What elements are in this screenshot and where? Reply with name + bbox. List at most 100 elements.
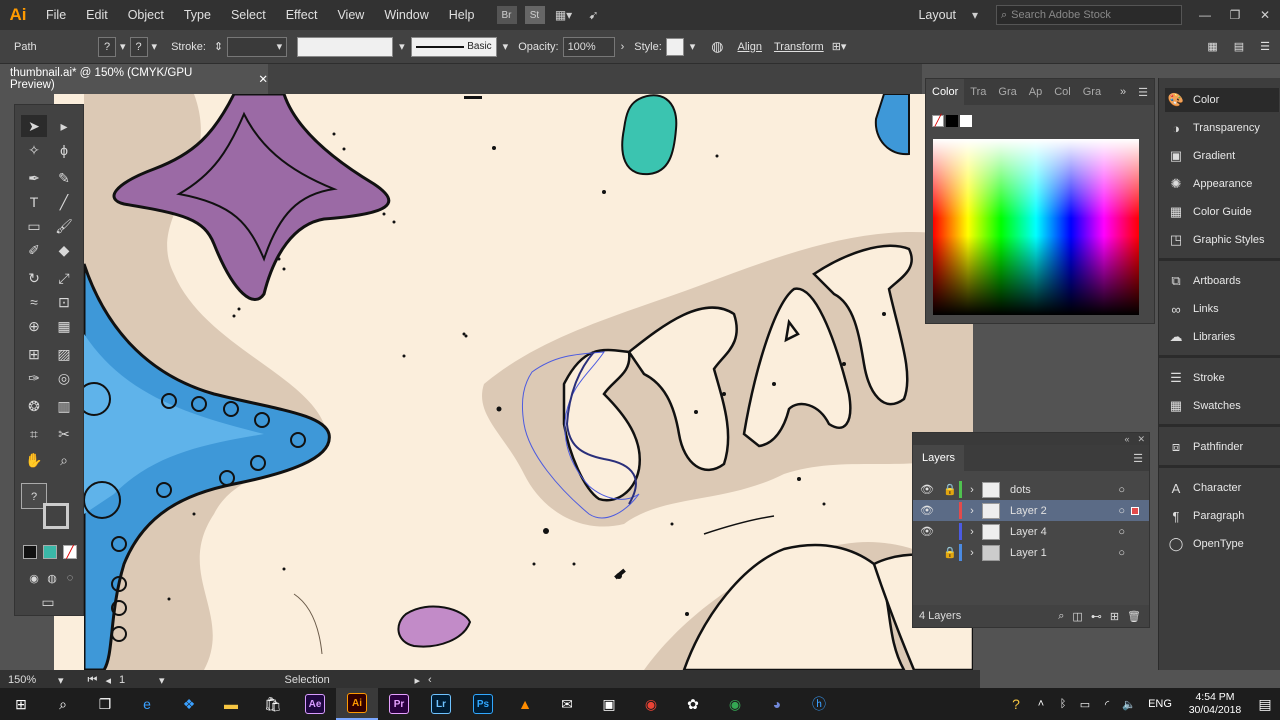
tray-chevron-icon[interactable]: ˄: [1030, 688, 1052, 720]
color-spectrum[interactable]: [933, 139, 1139, 315]
first-artboard-icon[interactable]: ⏮: [88, 674, 98, 687]
dock-paragraph[interactable]: ¶ Paragraph: [1165, 504, 1279, 528]
bridge-icon[interactable]: Br: [496, 6, 517, 24]
line-tool-icon[interactable]: ╱: [51, 191, 77, 213]
artboard-number[interactable]: 1: [119, 674, 159, 686]
slice-tool-icon[interactable]: ✂: [51, 423, 77, 445]
eye-icon[interactable]: 👁: [913, 483, 941, 496]
vlc-icon[interactable]: ▲: [504, 688, 546, 720]
menu-edit[interactable]: Edit: [76, 0, 118, 30]
chevron-right-icon[interactable]: ›: [621, 41, 625, 53]
layer-name[interactable]: Layer 2: [1010, 505, 1047, 517]
none-swatch[interactable]: ╱: [932, 115, 944, 127]
shape-builder-tool-icon[interactable]: ⊕: [21, 315, 47, 337]
blend-tool-icon[interactable]: ◎: [51, 367, 77, 389]
close-icon[interactable]: ✕: [1137, 434, 1145, 445]
dock-color-guide[interactable]: ▦ Color Guide: [1165, 200, 1279, 224]
stroke-question-icon[interactable]: ?: [129, 36, 148, 57]
chevron-right-icon[interactable]: ›: [962, 547, 982, 559]
white-swatch[interactable]: [960, 115, 972, 127]
dock-transparency[interactable]: ◑ Transparency: [1165, 116, 1279, 140]
width-tool-icon[interactable]: ≈: [21, 291, 47, 313]
panel-menu-icon[interactable]: ☰: [1260, 40, 1270, 53]
screen-mode-icon[interactable]: ▭: [35, 591, 61, 613]
target-icon[interactable]: ○: [1118, 547, 1125, 559]
selection-tool-icon[interactable]: ➤: [21, 115, 47, 137]
close-tab-icon[interactable]: ✕: [258, 72, 268, 86]
menu-effect[interactable]: Effect: [276, 0, 328, 30]
stock-search-field[interactable]: ⌕ Search Adobe Stock: [996, 5, 1182, 25]
panel-menu-icon[interactable]: ☰: [1132, 86, 1154, 99]
battery-icon[interactable]: ▭: [1074, 688, 1096, 720]
chevron-down-icon[interactable]: ▾: [159, 674, 165, 687]
dock-gradient[interactable]: ▣ Gradient: [1165, 144, 1279, 168]
black-swatch[interactable]: [946, 115, 958, 127]
none-mode-icon[interactable]: ╱: [63, 545, 77, 559]
volume-icon[interactable]: 🔈: [1118, 688, 1140, 720]
dock-character[interactable]: A Character: [1165, 476, 1279, 500]
opacity-field[interactable]: 100%: [562, 36, 615, 57]
tab-graphic-styles[interactable]: Gra: [1077, 86, 1107, 98]
stock-icon[interactable]: St: [524, 6, 545, 24]
scale-tool-icon[interactable]: ⤢: [51, 267, 77, 289]
shaper-tool-icon[interactable]: ✐: [21, 239, 47, 261]
rectangle-tool-icon[interactable]: ▭: [21, 215, 47, 237]
eyedropper-tool-icon[interactable]: ✑: [21, 367, 47, 389]
chevron-right-icon[interactable]: ›: [962, 505, 982, 517]
notifications-icon[interactable]: ▤: [1250, 688, 1280, 720]
delete-icon[interactable]: 🗑: [1127, 610, 1141, 623]
search-input[interactable]: Search Adobe Stock: [1011, 9, 1111, 21]
file-explorer-icon[interactable]: ▬: [210, 688, 252, 720]
pen-tool-icon[interactable]: ✒: [21, 167, 47, 189]
stepper-icon[interactable]: ⇕: [214, 40, 223, 53]
windows-start-icon[interactable]: ⊞: [0, 688, 42, 720]
layer-row-layer-1[interactable]: 🔒 › Layer 1 ○: [913, 542, 1149, 563]
layer-name[interactable]: dots: [1010, 484, 1031, 496]
chrome-icon[interactable]: ◉: [630, 688, 672, 720]
app-icon[interactable]: ✿: [672, 688, 714, 720]
scroll-left-icon[interactable]: ‹: [428, 674, 432, 686]
magic-wand-tool-icon[interactable]: ✧: [21, 139, 47, 161]
tab-transparency[interactable]: Tra: [964, 86, 992, 98]
brush-definition[interactable]: Basic: [410, 36, 497, 57]
restore-icon[interactable]: ❐: [1224, 5, 1246, 25]
illustrator-icon[interactable]: Ai: [336, 688, 378, 720]
clipping-mask-icon[interactable]: ◫: [1072, 610, 1082, 623]
dock-swatches[interactable]: ▦ Swatches: [1165, 394, 1279, 418]
mail-icon[interactable]: ✉: [546, 688, 588, 720]
hand-tool-icon[interactable]: ✋: [21, 449, 47, 471]
layer-name[interactable]: Layer 1: [1010, 547, 1047, 559]
target-icon[interactable]: ○: [1118, 505, 1125, 517]
isolation-icon[interactable]: ▤: [1234, 40, 1244, 53]
dock-artboards[interactable]: ⧉ Artboards: [1165, 269, 1279, 293]
chevron-right-icon[interactable]: ›: [962, 484, 982, 496]
dock-graphic-styles[interactable]: ◳ Graphic Styles: [1165, 228, 1279, 252]
tab-appearance[interactable]: Ap: [1023, 86, 1048, 98]
eye-icon[interactable]: 👁: [913, 504, 941, 517]
align-link[interactable]: Align: [738, 41, 762, 53]
chevron-down-icon[interactable]: ▾: [120, 40, 126, 53]
layer-row-layer-4[interactable]: 👁 › Layer 4 ○: [913, 521, 1149, 542]
type-tool-icon[interactable]: T: [21, 191, 47, 213]
dock-pathfinder[interactable]: ⧈ Pathfinder: [1165, 435, 1279, 459]
document-tab[interactable]: thumbnail.ai* @ 150% (CMYK/GPU Preview) …: [0, 64, 268, 94]
tab-gradient[interactable]: Gra: [992, 86, 1022, 98]
gpu-performance-icon[interactable]: ➹: [583, 5, 605, 25]
dock-links[interactable]: ∞ Links: [1165, 297, 1279, 321]
lasso-tool-icon[interactable]: ϕ: [51, 139, 77, 161]
menu-type[interactable]: Type: [174, 0, 221, 30]
eye-icon[interactable]: 👁: [913, 525, 941, 538]
menu-select[interactable]: Select: [221, 0, 276, 30]
lock-icon[interactable]: 🔒: [941, 546, 959, 559]
new-sublayer-icon[interactable]: ⊷: [1091, 610, 1102, 623]
zoom-level[interactable]: 150%: [8, 674, 58, 686]
photos-icon[interactable]: ▣: [588, 688, 630, 720]
transform-options-icon[interactable]: ⊞▾: [832, 40, 847, 53]
close-icon[interactable]: ✕: [1254, 5, 1276, 25]
photoshop-icon[interactable]: Ps: [462, 688, 504, 720]
free-transform-tool-icon[interactable]: ⊡: [51, 291, 77, 313]
layer-name[interactable]: Layer 4: [1010, 526, 1047, 538]
chevron-down-icon[interactable]: ▾: [399, 40, 405, 53]
language-indicator[interactable]: ENG: [1140, 698, 1180, 710]
dropbox-icon[interactable]: ❖: [168, 688, 210, 720]
